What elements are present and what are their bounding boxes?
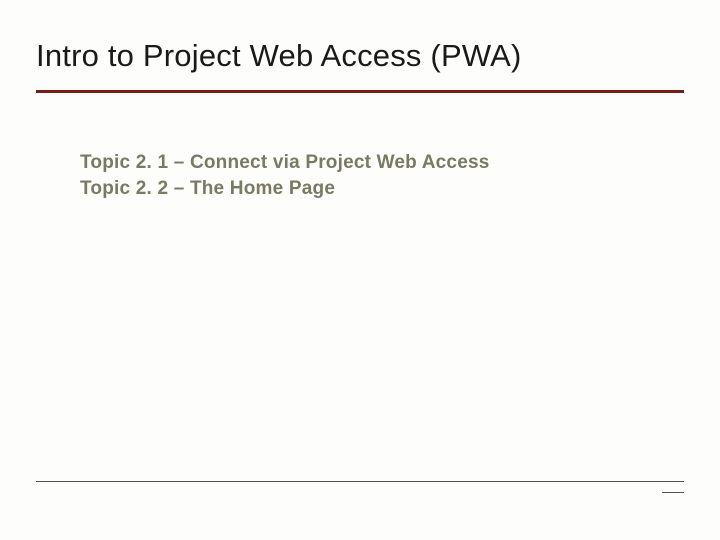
topic-item: Topic 2. 1 – Connect via Project Web Acc… [80,150,490,176]
title-underline [36,90,684,93]
topic-list: Topic 2. 1 – Connect via Project Web Acc… [80,150,490,201]
footer-tick [662,492,684,493]
topic-item: Topic 2. 2 – The Home Page [80,176,490,202]
footer-divider [36,481,684,482]
slide: Intro to Project Web Access (PWA) Topic … [0,0,720,540]
page-title: Intro to Project Web Access (PWA) [36,38,522,74]
